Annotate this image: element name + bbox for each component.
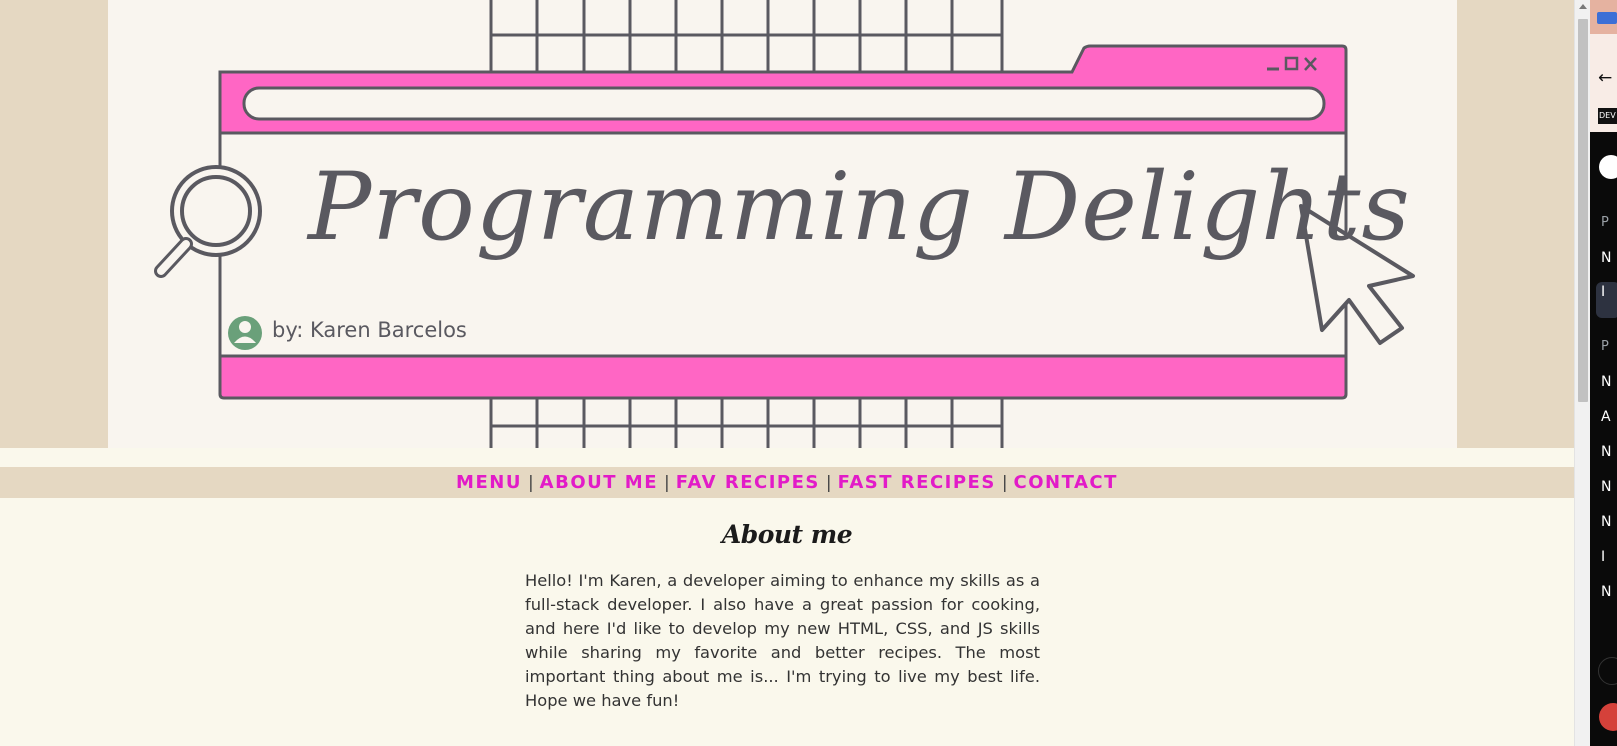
nav-separator: | — [664, 472, 670, 493]
banner-byline: by: Karen Barcelos — [272, 318, 467, 342]
side-item[interactable]: N — [1601, 250, 1611, 266]
nav-link-menu[interactable]: MENU — [456, 472, 522, 493]
side-item[interactable]: P — [1601, 215, 1609, 230]
side-panel-avatar[interactable] — [1599, 155, 1617, 179]
side-item[interactable]: N — [1601, 514, 1611, 530]
side-panel-button[interactable] — [1598, 657, 1617, 685]
side-item[interactable]: N — [1601, 584, 1611, 600]
page-scrollbar[interactable] — [1574, 0, 1590, 746]
side-item-active[interactable] — [1596, 282, 1617, 318]
header-banner: Programming Delights by: Karen Barcelos — [108, 0, 1457, 448]
side-panel-tab[interactable] — [1590, 0, 1617, 34]
notification-badge[interactable] — [1599, 703, 1617, 731]
nav-separator: | — [825, 472, 832, 493]
side-item[interactable]: P — [1601, 339, 1609, 354]
page-viewport: Programming Delights by: Karen Barcelos … — [0, 0, 1574, 746]
nav-separator: | — [527, 472, 534, 493]
tab-favicon-icon — [1597, 12, 1617, 24]
dev-badge[interactable]: DEV — [1598, 108, 1617, 124]
side-item[interactable]: A — [1601, 409, 1611, 425]
nav-link-fav-recipes[interactable]: FAV RECIPES — [676, 472, 820, 493]
banner-background: Programming Delights by: Karen Barcelos — [0, 0, 1574, 448]
about-heading: About me — [721, 520, 853, 549]
side-item[interactable]: I — [1601, 549, 1605, 565]
scroll-up-arrow-icon[interactable] — [1579, 4, 1587, 9]
scrollbar-thumb[interactable] — [1578, 19, 1588, 402]
side-item[interactable]: N — [1601, 444, 1611, 460]
side-item[interactable]: I — [1601, 284, 1605, 300]
browser-side-panel: ← DEV P N I P N A N N N I N — [1590, 0, 1617, 746]
next-section-heading-partial: ​ — [0, 730, 1574, 746]
back-arrow-icon[interactable]: ← — [1598, 68, 1612, 88]
main-nav: MENU | ABOUT ME | FAV RECIPES | FAST REC… — [0, 467, 1574, 498]
nav-link-contact[interactable]: CONTACT — [1014, 472, 1118, 493]
grid-pattern-bottom — [489, 398, 1004, 448]
nav-link-fast-recipes[interactable]: FAST RECIPES — [838, 472, 996, 493]
avatar-icon — [228, 316, 262, 350]
grid-pattern-top — [489, 0, 1004, 72]
side-item[interactable]: N — [1601, 479, 1611, 495]
side-item[interactable]: N — [1601, 374, 1611, 390]
about-paragraph: Hello! I'm Karen, a developer aiming to … — [525, 571, 1040, 710]
nav-link-about-me[interactable]: ABOUT ME — [540, 472, 658, 493]
banner-title: Programming Delights — [308, 153, 1411, 262]
nav-separator: | — [1001, 472, 1008, 493]
